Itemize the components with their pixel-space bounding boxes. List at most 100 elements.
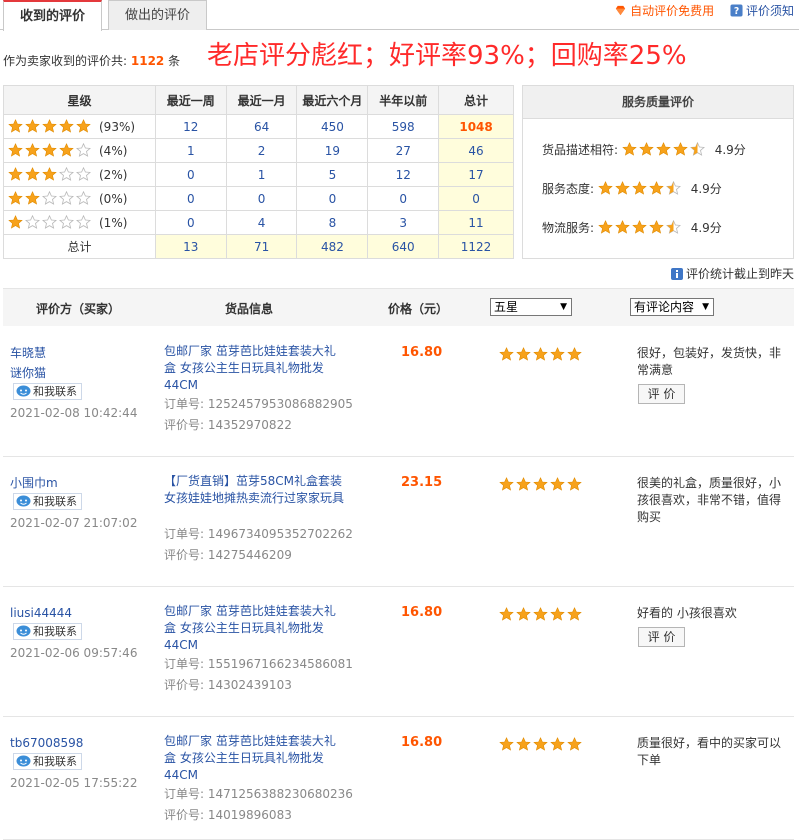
count-total[interactable]: 11 <box>438 210 514 235</box>
goods-meta: 订单号: 1252457953086882905 评价号: 1435297082… <box>164 394 353 436</box>
contact-me-button[interactable]: 和我联系 <box>13 623 82 640</box>
total-six-months: 482 <box>296 234 369 259</box>
buyer-name[interactable]: tb67008598 <box>10 733 83 753</box>
count-six-months[interactable]: 8 <box>296 210 369 235</box>
goods-meta: 订单号: 1496734095352702262 评价号: 1427544620… <box>164 524 353 566</box>
goods-title-link[interactable]: 包邮厂家 茁芽芭比娃娃套装大礼盒 女孩公主生日玩具礼物批发44CM <box>164 603 344 654</box>
count-total[interactable]: 46 <box>438 138 514 163</box>
service-quality-panel: 服务质量评价 货品描述相符: 4.9分 服务态度: 4.9分 物流服务: 4.9… <box>522 85 794 259</box>
goods-title-link[interactable]: 【厂货直销】茁芽58CM礼盒套装女孩娃娃地摊热卖流行过家家玩具 <box>164 473 344 507</box>
star-filled-icon <box>25 167 40 181</box>
count-week[interactable]: 1 <box>154 138 227 163</box>
rating-stats-table: 星级 最近一周 最近一月 最近六个月 半年以前 总计 (93%) 12 64 450 59… <box>3 85 514 259</box>
service-rating-item: 物流服务: 4.9分 <box>542 219 722 236</box>
count-before[interactable]: 27 <box>367 138 440 163</box>
count-total[interactable]: 17 <box>438 162 514 187</box>
star-filled-icon <box>649 220 664 234</box>
count-week[interactable]: 12 <box>154 114 227 139</box>
count-six-months[interactable]: 0 <box>296 186 369 211</box>
tab-received-reviews[interactable]: 收到的评价 <box>3 0 102 31</box>
star-empty-icon <box>59 215 74 229</box>
star-empty-icon <box>59 167 74 181</box>
service-rating-score: 4.9分 <box>714 143 746 157</box>
chat-bubble-icon <box>16 385 31 397</box>
count-six-months[interactable]: 19 <box>296 138 369 163</box>
total-before: 640 <box>367 234 440 259</box>
count-total[interactable]: 0 <box>438 186 514 211</box>
star-level: (4%) <box>3 138 156 163</box>
contact-me-button[interactable]: 和我联系 <box>13 383 82 400</box>
total-all: 1122 <box>438 234 514 259</box>
review-help-text[interactable]: 评价须知 <box>746 4 794 18</box>
star-filled-icon <box>550 737 565 751</box>
auto-review-text[interactable]: 自动评价免费用 <box>630 4 714 18</box>
buyer-name[interactable]: 谜你猫 <box>10 363 46 383</box>
star-level: (1%) <box>3 210 156 235</box>
count-month[interactable]: 64 <box>225 114 298 139</box>
order-number: 订单号: 1471256388230680236 <box>164 787 353 801</box>
buyer-name[interactable]: 车晓慧 <box>10 343 46 363</box>
service-rating-item: 货品描述相符: 4.9分 <box>542 141 746 158</box>
promo-banner: 老店评分彪红；好评率93%；回购率25% <box>207 41 687 71</box>
info-icon <box>670 268 683 280</box>
goods-price: 23.15 <box>401 475 443 490</box>
count-six-months[interactable]: 450 <box>296 114 369 139</box>
star-filled-icon <box>25 191 40 205</box>
reply-review-button[interactable]: 评 价 <box>638 384 685 404</box>
rating-col-header: 星级 <box>3 85 156 115</box>
contact-me-button[interactable]: 和我联系 <box>13 753 82 770</box>
buyer-info: tb67008598 <box>10 733 83 753</box>
star-level: (2%) <box>3 162 156 187</box>
svg-text:?: ? <box>734 6 739 17</box>
goods-price: 16.80 <box>401 605 443 620</box>
count-six-months[interactable]: 5 <box>296 162 369 187</box>
rating-col-header: 总计 <box>438 85 514 115</box>
goods-title-link[interactable]: 包邮厂家 茁芽芭比娃娃套装大礼盒 女孩公主生日玩具礼物批发44CM <box>164 733 344 784</box>
star-filled-icon <box>533 477 548 491</box>
star-filled-icon <box>567 477 582 491</box>
count-week[interactable]: 0 <box>154 210 227 235</box>
review-row: 小围巾m 和我联系 2021-02-07 21:07:02 【厂货直销】茁芽58… <box>3 457 794 587</box>
review-rating <box>499 737 584 752</box>
review-count: 1122 <box>130 54 165 68</box>
goods-title-link[interactable]: 包邮厂家 茁芽芭比娃娃套装大礼盒 女孩公主生日玩具礼物批发44CM <box>164 343 344 394</box>
star-filled-icon <box>567 347 582 361</box>
star-filled-icon <box>516 737 531 751</box>
rating-row: (1%) 0 4 8 3 11 <box>3 210 514 235</box>
review-help-link[interactable]: ? 评价须知 <box>730 4 794 18</box>
contact-me-button[interactable]: 和我联系 <box>13 493 82 510</box>
star-empty-icon <box>76 143 91 157</box>
service-rating-label: 服务态度: <box>542 182 595 196</box>
count-before[interactable]: 598 <box>367 114 440 139</box>
count-total[interactable]: 1048 <box>438 114 514 139</box>
count-month[interactable]: 0 <box>225 186 298 211</box>
count-week[interactable]: 0 <box>154 162 227 187</box>
count-before[interactable]: 12 <box>367 162 440 187</box>
buyer-name[interactable]: liusi44444 <box>10 603 72 623</box>
star-filled-icon <box>656 142 671 156</box>
help-icon: ? <box>730 4 743 17</box>
star-half-icon <box>665 220 681 234</box>
count-month[interactable]: 4 <box>225 210 298 235</box>
star-filled-icon <box>8 215 23 229</box>
review-row: 车晓慧 谜你猫 和我联系 2021-02-08 10:42:44 包邮厂家 茁芽芭… <box>3 327 794 457</box>
buyer-name[interactable]: 小围巾m <box>10 473 58 493</box>
reply-review-button[interactable]: 评 价 <box>638 627 685 647</box>
chat-bubble-icon <box>16 495 31 507</box>
tab-given-reviews[interactable]: 做出的评价 <box>108 0 207 30</box>
content-filter-select[interactable]: 有评论内容 ▼ <box>630 298 714 316</box>
review-row: liusi44444 和我联系 2021-02-06 09:57:46 包邮厂家… <box>3 587 794 717</box>
count-before[interactable]: 0 <box>367 186 440 211</box>
star-level-percent: (0%) <box>99 192 128 206</box>
star-filled-icon <box>499 477 514 491</box>
star-filled-icon <box>42 167 57 181</box>
star-filled-icon <box>533 607 548 621</box>
star-filter-select[interactable]: 五星 ▼ <box>490 298 572 316</box>
star-filled-icon <box>516 347 531 361</box>
count-before[interactable]: 3 <box>367 210 440 235</box>
count-month[interactable]: 1 <box>225 162 298 187</box>
count-week[interactable]: 0 <box>154 186 227 211</box>
star-filled-icon <box>615 181 630 195</box>
count-month[interactable]: 2 <box>225 138 298 163</box>
auto-review-link[interactable]: 自动评价免费用 <box>614 4 718 18</box>
